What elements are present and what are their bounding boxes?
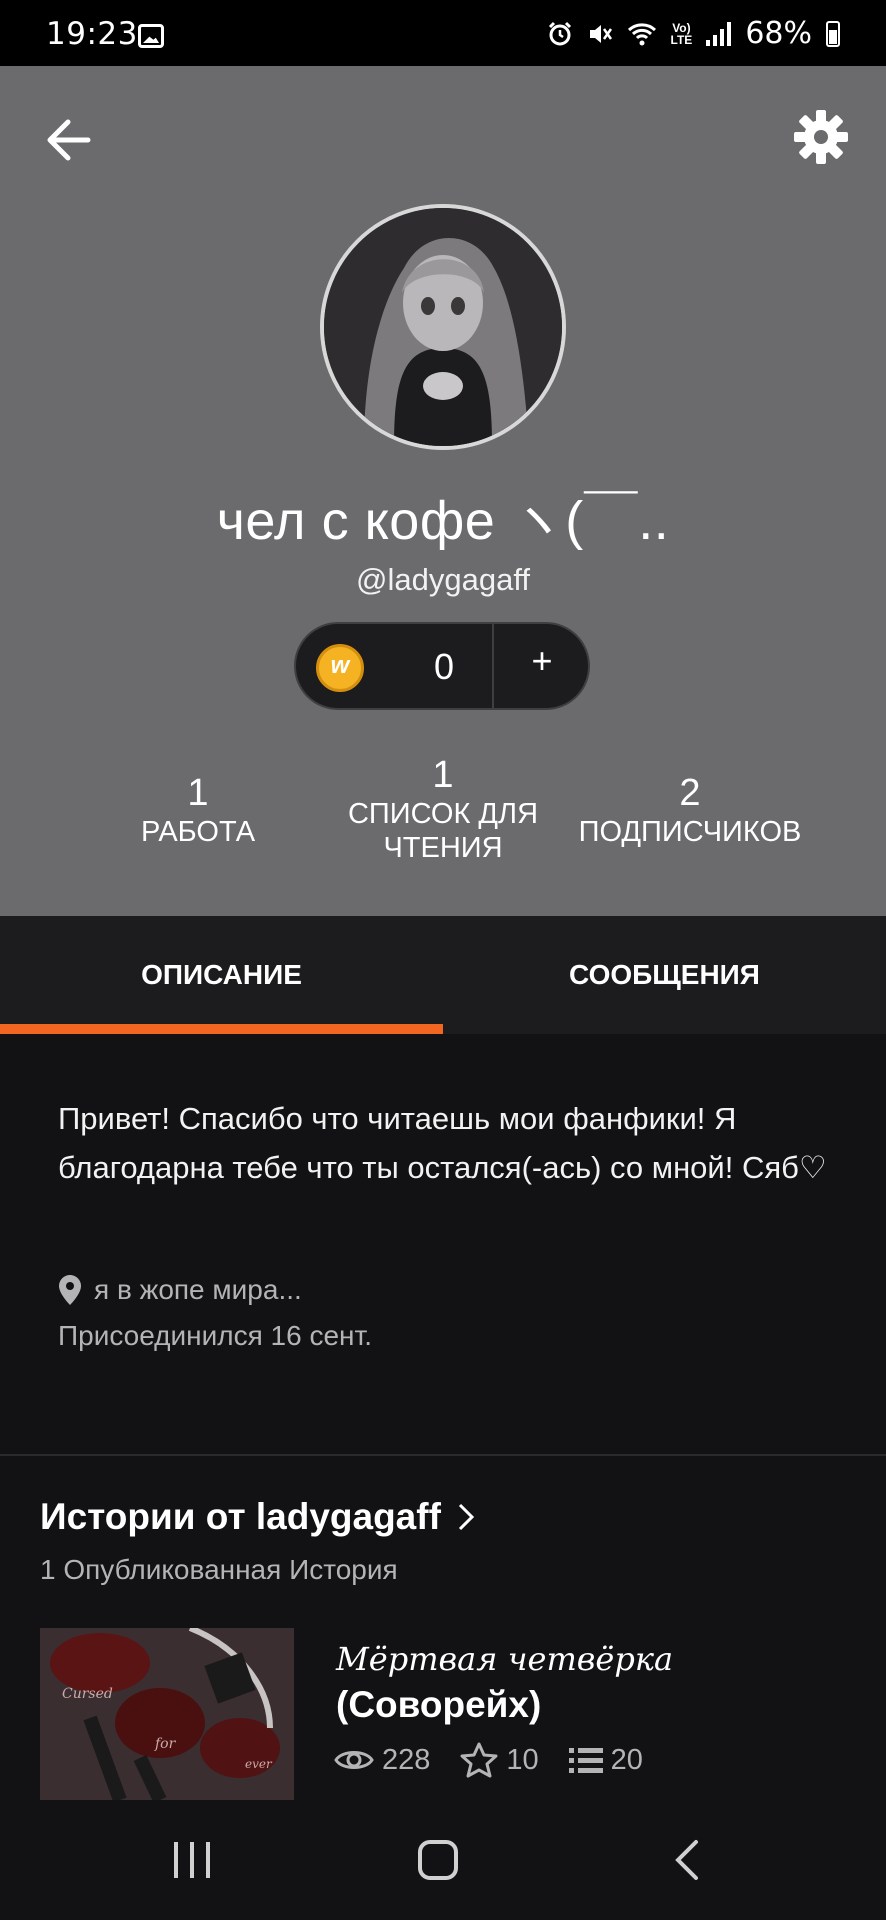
stat-followers[interactable]: 2 ПОДПИСЧИКОВ <box>570 772 810 849</box>
location-pin-icon <box>59 1275 81 1305</box>
chevron-left-icon <box>675 1840 698 1880</box>
username: @ladygagaff <box>356 562 530 597</box>
stat-reading-lists-value: 1 <box>432 754 454 796</box>
story-cover-image: Cursed for ever <box>40 1628 294 1800</box>
tab-description[interactable]: ОПИСАНИЕ <box>0 916 443 1034</box>
network-type: Vo) LTE <box>670 20 693 47</box>
story-views-count: 228 <box>382 1743 431 1776</box>
story-stats: 228 10 20 <box>334 1742 673 1778</box>
stories-title: Истории от ladygagaff <box>40 1496 441 1537</box>
signal-icon <box>706 21 732 46</box>
cover-word-1: Cursed <box>62 1686 113 1702</box>
star-icon <box>460 1742 498 1778</box>
system-nav-bar <box>0 1800 886 1920</box>
story-votes-count: 10 <box>506 1743 539 1776</box>
gear-icon <box>794 110 848 164</box>
battery-icon <box>826 20 840 47</box>
stat-works[interactable]: 1 РАБОТА <box>88 772 308 849</box>
chevron-right-icon <box>458 1503 475 1531</box>
home-icon <box>418 1840 458 1880</box>
story-title[interactable]: Мёртвая четвёрка (Соворейх) <box>336 1636 856 1728</box>
add-coins-button[interactable]: + <box>494 640 590 682</box>
stories-section: Истории от ladygagaff 1 Опубликованная И… <box>0 1456 886 1800</box>
joined-date: Присоединился 16 сент. <box>58 1320 373 1351</box>
profile-description: Привет! Спасибо что читаешь мои фанфики!… <box>58 1101 827 1185</box>
back-button[interactable] <box>40 110 100 170</box>
alarm-icon <box>548 21 571 45</box>
story-title-script: Мёртвая четвёрка <box>336 1640 674 1678</box>
stat-reading-lists[interactable]: 1 СПИСОК ДЛЯ ЧТЕНИЯ <box>333 754 553 865</box>
location: я в жопе мира... <box>58 1274 302 1306</box>
tab-messages[interactable]: СООБЩЕНИЯ <box>443 916 886 1034</box>
stories-header[interactable]: Истории от ladygagaff <box>40 1496 475 1538</box>
coin-icon <box>316 644 364 692</box>
recent-apps-button[interactable] <box>152 1830 232 1890</box>
list-icon <box>568 1748 603 1773</box>
avatar-image <box>324 208 562 446</box>
status-bar: 19:23 Vo) LTE 68% <box>0 0 886 66</box>
settings-button[interactable] <box>790 106 852 168</box>
avatar[interactable] <box>320 204 566 450</box>
cover-word-3: ever <box>245 1757 273 1771</box>
profile-header: чел с кофе ヽ(￣.. @ladygagaff 0 + 1 РАБОТ… <box>0 66 886 916</box>
battery-percent: 68% <box>745 16 812 51</box>
stat-followers-label: ПОДПИСЧИКОВ <box>578 816 802 848</box>
stat-followers-value: 2 <box>679 772 701 814</box>
story-votes: 10 <box>460 1742 539 1778</box>
coin-count: 0 <box>433 646 455 687</box>
stat-reading-lists-label: СПИСОК ДЛЯ ЧТЕНИЯ <box>347 798 539 864</box>
display-name: чел с кофе ヽ(￣.. <box>216 491 670 551</box>
stat-works-label: РАБОТА <box>140 816 256 848</box>
gallery-icon <box>138 24 164 48</box>
wifi-icon <box>627 22 656 45</box>
about-section: Привет! Спасибо что читаешь мои фанфики!… <box>0 1034 886 1454</box>
cover-word-2: for <box>154 1736 177 1752</box>
recent-apps-icon <box>174 1842 210 1878</box>
status-time: 19:23 <box>46 16 138 52</box>
home-button[interactable] <box>398 1830 478 1890</box>
story-views: 228 <box>334 1744 430 1777</box>
eye-icon <box>334 1751 374 1769</box>
system-back-button[interactable] <box>648 1830 728 1890</box>
status-icons: Vo) LTE 68% <box>547 16 840 51</box>
stat-works-value: 1 <box>187 772 209 814</box>
story-cover[interactable]: Cursed for ever <box>40 1628 294 1800</box>
mute-icon <box>589 24 612 43</box>
stories-count: 1 Опубликованная История <box>40 1554 398 1585</box>
story-title-sub: (Соворейх) <box>336 1684 542 1725</box>
coins-widget: 0 + <box>294 622 590 710</box>
arrow-left-icon <box>47 119 91 161</box>
story-parts: 20 <box>568 1743 643 1777</box>
profile-tabs: ОПИСАНИЕ СООБЩЕНИЯ <box>0 916 886 1034</box>
location-text: я в жопе мира... <box>94 1274 302 1305</box>
story-parts-count: 20 <box>610 1743 643 1776</box>
